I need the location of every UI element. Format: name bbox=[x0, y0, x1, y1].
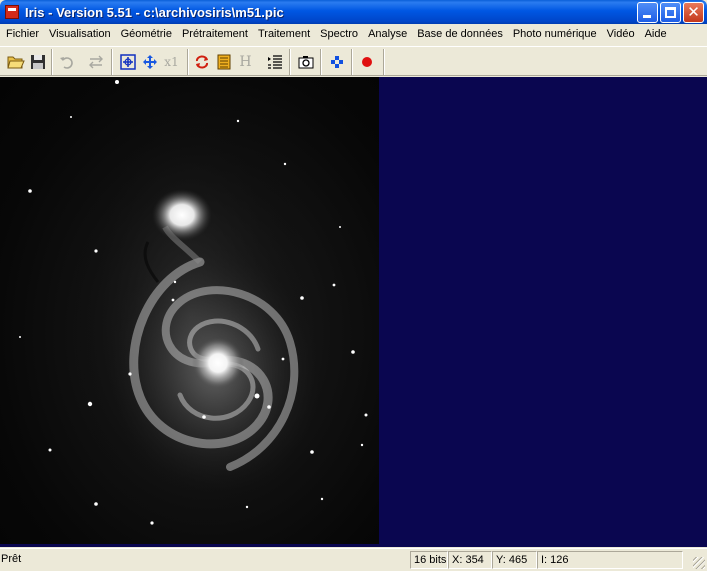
status-bits: 16 bits bbox=[410, 551, 448, 569]
record-icon bbox=[361, 56, 372, 67]
camera-button[interactable] bbox=[295, 51, 316, 72]
toolbar-separator bbox=[383, 49, 385, 75]
menu-geometrie[interactable]: Géométrie bbox=[116, 24, 177, 44]
iris-app-icon[interactable] bbox=[5, 5, 19, 19]
resize-grip[interactable] bbox=[693, 557, 705, 569]
close-button[interactable]: ✕ bbox=[683, 2, 704, 23]
zoom-window-button[interactable] bbox=[117, 51, 138, 72]
threshold-icon bbox=[217, 54, 230, 69]
window-controls: ✕ bbox=[637, 2, 704, 23]
save-icon bbox=[30, 54, 45, 69]
move-button[interactable] bbox=[139, 51, 160, 72]
menu-fichier[interactable]: Fichier bbox=[1, 24, 44, 44]
companion-galaxy bbox=[152, 189, 212, 241]
maximize-icon bbox=[665, 7, 676, 18]
status-intensity: I: 126 bbox=[537, 551, 683, 569]
status-message: Prêt bbox=[1, 553, 22, 565]
refresh-button[interactable] bbox=[191, 51, 212, 72]
undo-icon bbox=[59, 56, 73, 69]
status-y-text: Y: 465 bbox=[496, 554, 528, 566]
status-x: X: 354 bbox=[448, 551, 492, 569]
menu-pretraitement[interactable]: Prétraitement bbox=[177, 24, 253, 44]
undo-button[interactable] bbox=[56, 51, 77, 72]
galaxy-image bbox=[19, 80, 368, 537]
workspace[interactable] bbox=[0, 77, 707, 547]
title-bar[interactable]: Iris - Version 5.51 - c:\archivosiris\m5… bbox=[0, 0, 707, 24]
stars-button[interactable] bbox=[326, 51, 347, 72]
toolbar-separator bbox=[111, 49, 113, 75]
toolbar-separator bbox=[187, 49, 189, 75]
menu-video[interactable]: Vidéo bbox=[602, 24, 640, 44]
record-button[interactable] bbox=[356, 51, 377, 72]
menu-traitement[interactable]: Traitement bbox=[253, 24, 315, 44]
toolbar-separator bbox=[320, 49, 322, 75]
open-button[interactable] bbox=[5, 51, 26, 72]
status-y: Y: 465 bbox=[492, 551, 537, 569]
toolbar-separator bbox=[51, 49, 53, 75]
toolbar-separator bbox=[351, 49, 353, 75]
menu-visualisation[interactable]: Visualisation bbox=[44, 24, 116, 44]
minimize-button[interactable] bbox=[637, 2, 658, 23]
status-x-text: X: 354 bbox=[452, 554, 484, 566]
status-intensity-text: I: 126 bbox=[541, 554, 569, 566]
toolbar: x1 H bbox=[0, 46, 707, 76]
refresh-icon bbox=[195, 54, 208, 69]
header-icon: H bbox=[239, 53, 252, 70]
status-bar: Prêt 16 bits X: 354 Y: 465 I: 126 bbox=[0, 548, 707, 571]
close-icon: ✕ bbox=[687, 3, 700, 21]
image-display[interactable] bbox=[0, 77, 379, 544]
camera-icon bbox=[298, 55, 313, 68]
window-title: Iris - Version 5.51 - c:\archivosiris\m5… bbox=[25, 4, 284, 20]
stars-icon bbox=[330, 55, 343, 68]
menu-analyse[interactable]: Analyse bbox=[363, 24, 412, 44]
move-icon bbox=[142, 54, 157, 69]
maximize-button[interactable] bbox=[660, 2, 681, 23]
threshold-button[interactable] bbox=[213, 51, 234, 72]
menu-photo-numerique[interactable]: Photo numérique bbox=[508, 24, 602, 44]
toolbar-separator bbox=[289, 49, 291, 75]
zoom-window-icon bbox=[119, 53, 136, 70]
zoom-x1-button[interactable]: x1 bbox=[161, 51, 182, 72]
zoom-x1-icon: x1 bbox=[164, 54, 179, 69]
menu-spectro[interactable]: Spectro bbox=[315, 24, 363, 44]
flip-button[interactable] bbox=[85, 51, 106, 72]
flip-icon bbox=[88, 55, 103, 68]
list-icon bbox=[267, 54, 282, 69]
galaxy-core bbox=[192, 337, 244, 389]
list-button[interactable] bbox=[264, 51, 285, 72]
menu-bar: Fichier Visualisation Géométrie Prétrait… bbox=[0, 24, 707, 44]
minimize-icon bbox=[643, 15, 651, 18]
save-button[interactable] bbox=[27, 51, 48, 72]
status-bits-text: 16 bits bbox=[414, 554, 447, 566]
menu-base-de-donnees[interactable]: Base de données bbox=[412, 24, 508, 44]
open-folder-icon bbox=[6, 56, 25, 68]
header-button[interactable]: H bbox=[235, 51, 256, 72]
menu-aide[interactable]: Aide bbox=[640, 24, 672, 44]
